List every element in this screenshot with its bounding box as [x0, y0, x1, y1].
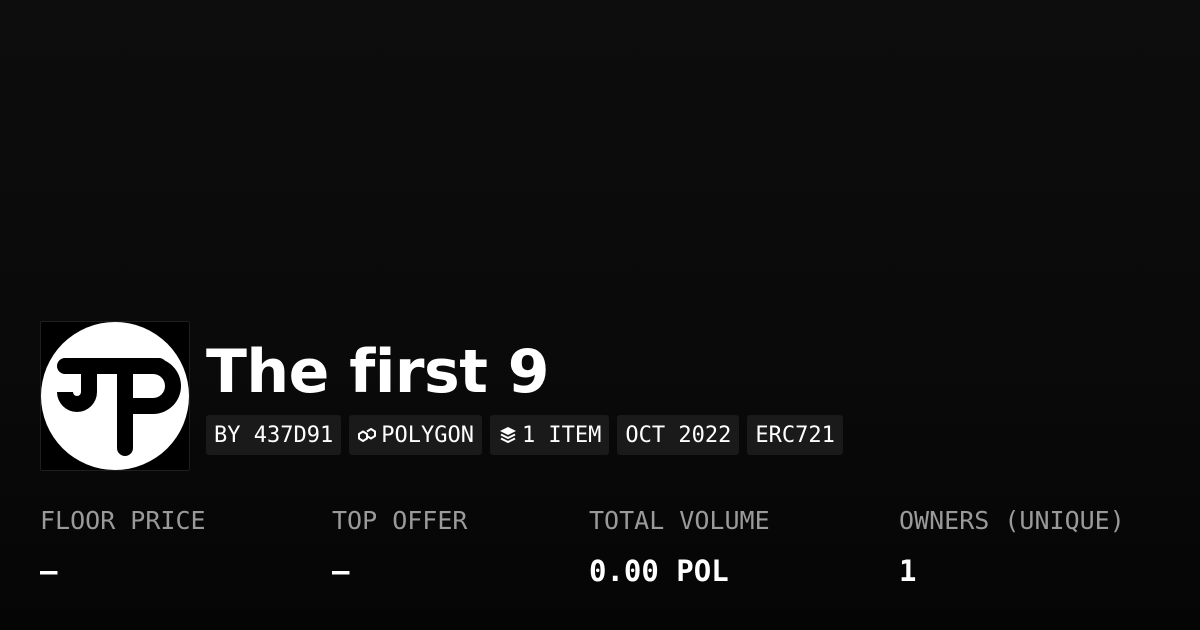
- top-offer-value: –: [332, 554, 350, 588]
- items-label: 1 ITEM: [521, 422, 602, 448]
- layers-icon: [498, 425, 518, 445]
- collection-avatar: [40, 321, 190, 471]
- floor-price-stat: FLOOR PRICE –: [40, 504, 206, 588]
- creator-label: BY 437D91: [214, 422, 334, 448]
- collection-title: The first 9: [206, 337, 550, 407]
- owners-label: OWNERS (UNIQUE): [899, 506, 1125, 535]
- floor-price-value: –: [40, 554, 58, 588]
- date-tag: OCT 2022: [617, 415, 740, 455]
- polygon-icon: [357, 425, 377, 445]
- total-volume-stat: TOTAL VOLUME 0.00 POL: [589, 504, 770, 588]
- total-volume-label: TOTAL VOLUME: [589, 506, 770, 535]
- chain-label: POLYGON: [381, 422, 474, 448]
- top-offer-label: TOP OFFER: [332, 506, 468, 535]
- owners-value: 1: [899, 554, 917, 588]
- collection-preview-card: The first 9 BY 437D91 POLYGON 1 ITEM OCT…: [0, 0, 1200, 630]
- chain-tag: POLYGON: [349, 415, 482, 455]
- floor-price-label: FLOOR PRICE: [40, 506, 206, 535]
- collection-tags: BY 437D91 POLYGON 1 ITEM OCT 2022 ERC721: [206, 415, 843, 455]
- pp-monogram-logo-icon: [41, 322, 189, 470]
- date-label: OCT 2022: [625, 422, 732, 448]
- owners-stat: OWNERS (UNIQUE) 1: [899, 504, 1125, 588]
- standard-label: ERC721: [755, 422, 835, 448]
- items-tag: 1 ITEM: [489, 415, 610, 455]
- top-offer-stat: TOP OFFER –: [332, 504, 467, 588]
- creator-tag: BY 437D91: [206, 415, 342, 455]
- total-volume-value: 0.00 POL: [589, 554, 729, 588]
- standard-tag: ERC721: [747, 415, 843, 455]
